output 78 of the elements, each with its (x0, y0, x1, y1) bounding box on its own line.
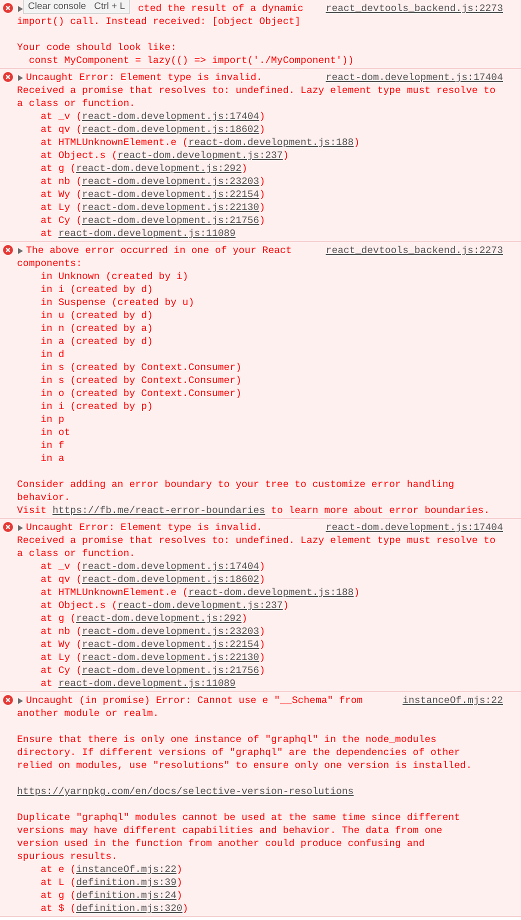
file-link[interactable]: definition.mjs:39 (76, 877, 177, 888)
file-link[interactable]: react-dom.development.js:237 (117, 150, 283, 161)
file-link[interactable]: react-dom.development.js:17404 (82, 111, 260, 122)
file-link[interactable]: react-dom.development.js:23203 (82, 626, 260, 637)
stack-frame: at g (react-dom.development.js:292) (17, 613, 248, 624)
stack-frame: at Cy (react-dom.development.js:21756) (17, 665, 266, 676)
file-link[interactable]: react-dom.development.js:23203 (82, 176, 260, 187)
stack-frame: at g (react-dom.development.js:292) (17, 163, 248, 174)
stack-frame: at Object.s (react-dom.development.js:237) (17, 600, 289, 611)
error-message: cted the result of a dynamic (138, 2, 304, 15)
expand-arrow-icon[interactable] (18, 74, 23, 80)
error-icon (3, 695, 13, 705)
stack-frame: at Ly (react-dom.development.js:22130) (17, 202, 266, 213)
stack-frame: at Ly (react-dom.development.js:22130) (17, 652, 266, 663)
stack-frame: at L (definition.mjs:39) (17, 877, 182, 888)
file-link[interactable]: react-dom.development.js:292 (76, 613, 242, 624)
expand-arrow-icon[interactable] (18, 698, 23, 704)
stack-frame: at Object.s (react-dom.development.js:237) (17, 150, 289, 161)
error-message: Received a promise that resolves to: undefined. Lazy element type must resolve to a class or function. (17, 84, 496, 110)
stack-frame: at HTMLUnknownElement.e (react-dom.development.js:188) (17, 587, 360, 598)
stack-frame: at react-dom.development.js:11089 (17, 678, 236, 689)
error-message: Received a promise that resolves to: undefined. Lazy element type must resolve to a class or function. (17, 534, 496, 560)
expand-arrow-icon[interactable] (18, 248, 23, 254)
error-icon (3, 3, 13, 13)
file-link[interactable]: react-dom.development.js:188 (188, 587, 354, 598)
stack-frame: at nb (react-dom.development.js:23203) (17, 176, 266, 187)
error-message: components: in Unknown (created by i) in i (created by d) in Suspense (created by u) in u (created by d) in n (created by a) in a (created by d) in d in s (created by Context.Consumer) in s (created by Context.Consumer) in o (created by Context.Consumer) in i (created by p) in p in ot in f in a Consider adding an error boundary to your tree to customize error handling behavior. (17, 257, 456, 504)
error-icon (3, 522, 13, 532)
url-link[interactable]: https://yarnpkg.com/en/docs/selective-version-resolutions (17, 786, 354, 797)
file-link[interactable]: definition.mjs:24 (76, 890, 177, 901)
file-link[interactable]: react-dom.development.js:237 (117, 600, 283, 611)
source-link[interactable]: react_devtools_backend.js:2273 (326, 244, 503, 257)
stack-frame: at HTMLUnknownElement.e (react-dom.development.js:188) (17, 137, 360, 148)
file-link[interactable]: react-dom.development.js:292 (76, 163, 242, 174)
file-link[interactable]: react-dom.development.js:18602 (82, 124, 260, 135)
stack-frame: at _v (react-dom.development.js:17404) (17, 561, 266, 572)
stack-frame: at qv (react-dom.development.js:18602) (17, 124, 266, 135)
shortcut-label: Ctrl + L (94, 0, 125, 12)
file-link[interactable]: react-dom.development.js:22130 (82, 652, 260, 663)
error-message: Duplicate "graphql" modules cannot be used at the same time since different versions may have different capabilities and behavior. The data from one version used in the function from another could produce confusing and spurious results. (17, 811, 462, 863)
stack-frame: at qv (react-dom.development.js:18602) (17, 574, 266, 585)
stack-frame: at Cy (react-dom.development.js:21756) (17, 215, 266, 226)
source-link[interactable]: react-dom.development.js:17404 (326, 71, 503, 84)
source-link[interactable]: react_devtools_backend.js:2273 (326, 2, 503, 15)
error-message: The above error occurred in one of your React (26, 244, 292, 257)
stack-frame: at react-dom.development.js:11089 (17, 228, 236, 239)
stack-frame: at Wy (react-dom.development.js:22154) (17, 189, 266, 200)
file-link[interactable]: instanceOf.mjs:22 (76, 864, 177, 875)
tooltip-label: Clear console (28, 0, 86, 12)
file-link[interactable]: react-dom.development.js:188 (188, 137, 354, 148)
error-message: Visit https://fb.me/react-error-boundaries to learn more about error boundaries. (17, 505, 490, 516)
file-link[interactable]: definition.mjs:320 (76, 903, 182, 914)
stack-frame: at g (definition.mjs:24) (17, 890, 182, 901)
file-link[interactable]: react-dom.development.js:22130 (82, 202, 260, 213)
expand-arrow-icon[interactable] (18, 524, 23, 530)
error-message: Uncaught Error: Element type is invalid. (26, 71, 262, 84)
error-message: Uncaught Error: Element type is invalid. (26, 521, 262, 534)
file-link[interactable]: react-dom.development.js:11089 (58, 678, 236, 689)
file-link[interactable]: react-dom.development.js:21756 (82, 215, 260, 226)
file-link[interactable]: react-dom.development.js:18602 (82, 574, 260, 585)
error-message: import() call. Instead received: [object Object] Your code should look like: const MyComponent = lazy(() => import('./MyComponent')) (17, 15, 355, 67)
stack-frame: at $ (definition.mjs:320) (17, 903, 188, 914)
file-link[interactable]: react-dom.development.js:17404 (82, 561, 260, 572)
stack-frame: at e (instanceOf.mjs:22) (17, 864, 182, 875)
stack-frame: at Wy (react-dom.development.js:22154) (17, 639, 266, 650)
url-link[interactable]: https://fb.me/react-error-boundaries (52, 505, 266, 516)
stack-frame: at _v (react-dom.development.js:17404) (17, 111, 266, 122)
file-link[interactable]: react-dom.development.js:22154 (82, 639, 260, 650)
error-message: Uncaught (in promise) Error: Cannot use e "__Schema" from (26, 694, 363, 707)
source-link[interactable]: instanceOf.mjs:22 (402, 694, 503, 707)
file-link[interactable]: react-dom.development.js:21756 (82, 665, 260, 676)
stack-frame: at nb (react-dom.development.js:23203) (17, 626, 266, 637)
error-message: another module or realm. Ensure that there is only one instance of "graphql" in the node_modules directory. If different versions of "graphql" are the dependencies of other relied on modules, use "resolutions" to ensure only one version is installed. (17, 707, 473, 772)
file-link[interactable]: react-dom.development.js:22154 (82, 189, 260, 200)
file-link[interactable]: react-dom.development.js:11089 (58, 228, 236, 239)
error-icon (3, 72, 13, 82)
source-link[interactable]: react-dom.development.js:17404 (326, 521, 503, 534)
error-icon (3, 245, 13, 255)
